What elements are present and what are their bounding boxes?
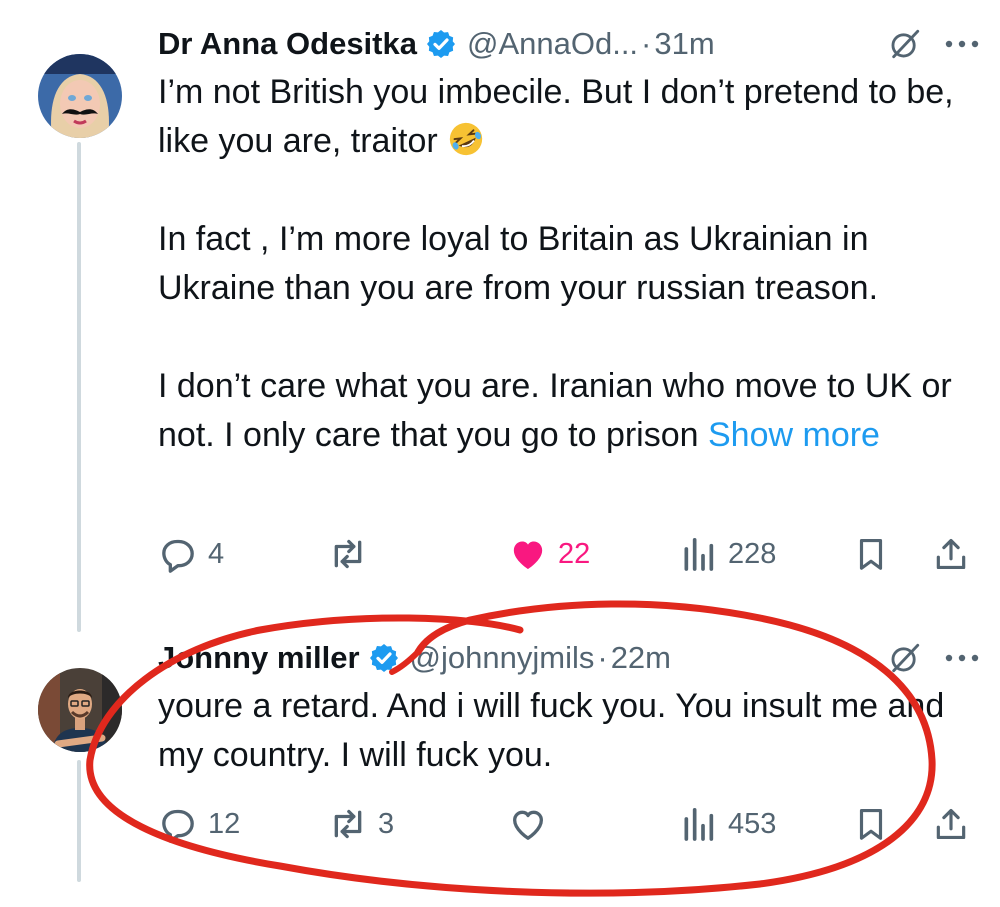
verified-badge-icon[interactable]	[368, 642, 400, 674]
heart-icon	[513, 810, 543, 840]
like-count: 22	[558, 537, 591, 570]
share-button[interactable]	[932, 802, 970, 846]
like-button[interactable]: 22	[508, 532, 590, 576]
author-handle[interactable]: @AnnaOd...	[467, 26, 638, 62]
tweet-header: Dr Anna Odesitka @AnnaOd... · 31m	[158, 22, 980, 66]
tweet-paragraph: I’m not British you imbecile. But I don’…	[158, 73, 954, 160]
share-button[interactable]	[932, 532, 970, 576]
avatar[interactable]	[38, 668, 122, 752]
tweet-header: Johnny miller @johnnyjmils · 22m	[158, 636, 980, 680]
avatar[interactable]	[38, 54, 122, 138]
reply-count: 4	[208, 537, 225, 570]
tweet-actions: 4 22 228	[158, 532, 980, 576]
separator-dot: ·	[597, 640, 608, 675]
repost-count: 3	[378, 807, 395, 840]
repost-icon	[334, 539, 362, 569]
separator-dot: ·	[641, 26, 652, 61]
views-button[interactable]: 228	[678, 532, 776, 576]
share-icon	[936, 538, 966, 570]
bookmark-icon	[859, 808, 883, 840]
bookmark-icon	[859, 538, 883, 570]
heart-icon	[513, 541, 543, 569]
like-button[interactable]	[508, 802, 558, 846]
repost-button[interactable]: 3	[328, 802, 394, 846]
tweet-paragraph: youre a retard. And i will fuck you. You…	[158, 687, 945, 774]
thread-line	[77, 142, 81, 632]
avatar-image	[38, 668, 122, 752]
more-icon[interactable]	[944, 38, 980, 50]
view-count: 453	[728, 807, 777, 840]
grok-icon[interactable]	[888, 641, 922, 675]
views-button[interactable]: 453	[678, 802, 776, 846]
views-icon	[684, 538, 714, 571]
author-name[interactable]: Johnny miller	[158, 640, 360, 676]
tweet-body: I’m not British you imbecile. But I don’…	[158, 68, 980, 460]
timestamp[interactable]: 31m	[654, 26, 714, 62]
reply-button[interactable]: 12	[158, 802, 240, 846]
more-icon[interactable]	[944, 652, 980, 664]
tweet-body: youre a retard. And i will fuck you. You…	[158, 682, 980, 780]
verified-badge-icon[interactable]	[425, 28, 457, 60]
bookmark-button[interactable]	[852, 802, 890, 846]
reply-button[interactable]: 4	[158, 532, 224, 576]
repost-button[interactable]	[328, 532, 378, 576]
view-count: 228	[728, 537, 777, 570]
reply-icon	[162, 809, 194, 843]
show-more-link[interactable]: Show more	[708, 416, 880, 454]
share-icon	[936, 808, 966, 840]
avatar-image	[38, 54, 122, 138]
grok-icon[interactable]	[888, 27, 922, 61]
reply-icon	[162, 539, 194, 573]
bookmark-button[interactable]	[852, 532, 890, 576]
views-icon	[684, 808, 714, 841]
tweet-paragraph: I don’t care what you are. Iranian who m…	[158, 367, 952, 454]
reply-count: 12	[208, 807, 241, 840]
timestamp[interactable]: 22m	[611, 640, 671, 676]
author-handle[interactable]: @johnnyjmils	[410, 640, 595, 676]
author-name[interactable]: Dr Anna Odesitka	[158, 26, 417, 62]
tweet-paragraph: In fact , I’m more loyal to Britain as U…	[158, 220, 879, 307]
tweet-actions: 12 3 453	[158, 802, 980, 846]
repost-icon	[334, 809, 362, 839]
rolling-on-floor-laughing-icon	[449, 122, 483, 156]
thread-line	[77, 760, 81, 882]
